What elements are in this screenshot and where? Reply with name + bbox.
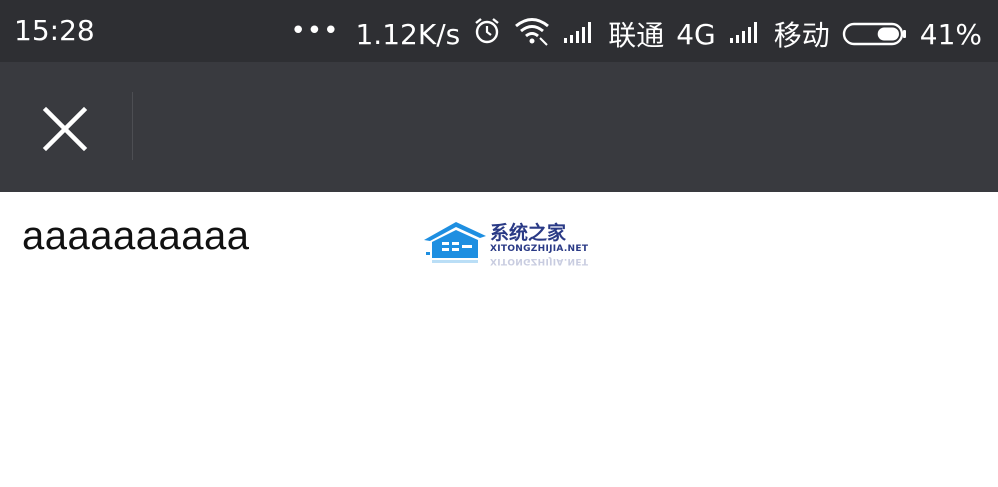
battery-percent: 41%	[919, 17, 982, 51]
watermark-site: XITONGZHIJIA.NET	[490, 244, 589, 254]
close-button[interactable]	[30, 94, 100, 164]
network-speed: 1.12K/s	[355, 17, 461, 51]
house-logo-icon	[424, 222, 486, 263]
close-icon	[42, 106, 88, 152]
alarm-icon	[472, 16, 502, 53]
nav-bar	[0, 62, 998, 192]
more-dots-icon: •••	[290, 16, 340, 46]
status-right-group: ••• 1.12K/s 联通 4G 移动 41%	[290, 14, 982, 54]
signal-icon	[728, 18, 762, 51]
page-content-text: aaaaaaaaaa	[22, 214, 250, 258]
nav-divider	[132, 92, 133, 160]
battery-icon	[842, 21, 908, 47]
wifi-icon	[514, 16, 550, 53]
watermark-title: 系统之家	[490, 222, 567, 244]
carrier-2: 移动	[773, 19, 830, 52]
watermark-site-reflection: XITONGZHIJIA.NET	[490, 256, 589, 266]
status-bar: 15:28 ••• 1.12K/s 联通 4G 移动 41%	[0, 0, 998, 62]
status-time: 15:28	[14, 14, 95, 47]
signal-icon	[562, 18, 596, 51]
carrier-1: 联通	[608, 19, 665, 52]
network-type: 4G	[676, 17, 716, 51]
watermark-logo: 系统之家 XITONGZHIJIA.NET XITONGZHIJIA.NET	[422, 218, 588, 266]
